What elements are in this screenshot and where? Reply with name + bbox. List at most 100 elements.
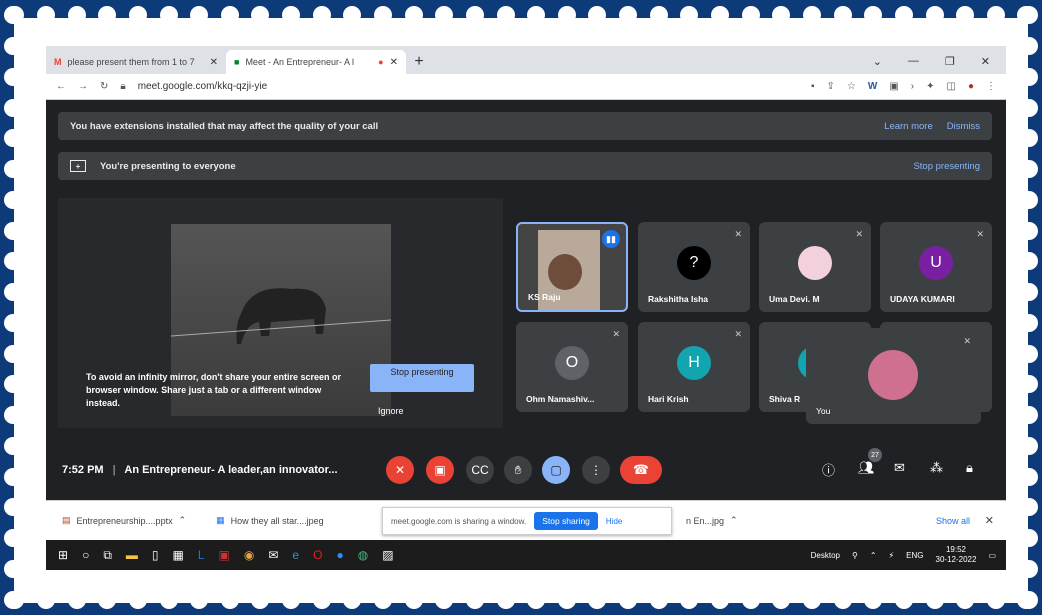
screenshot: M please present them from 1 to 7 ✕ ■ Me… — [46, 46, 1006, 570]
task-view-icon[interactable]: ⧉ — [103, 548, 112, 563]
language-indicator[interactable]: ENG — [906, 551, 923, 560]
url-field[interactable]: meet.google.com/kkq-qzji-yie — [138, 81, 268, 92]
activities-icon[interactable]: ⁂ — [930, 460, 943, 476]
download-item[interactable]: n En...jpg ⌃ — [670, 515, 738, 526]
people-icon[interactable]: 👥︎ — [858, 460, 875, 476]
raise-hand-button[interactable]: ✋︎ — [504, 456, 532, 484]
stamp-border-top — [0, 0, 1042, 24]
mic-off-icon: ✕ — [976, 229, 984, 239]
new-tab-button[interactable]: + — [406, 50, 432, 74]
lock-icon: 🔒︎ — [120, 81, 126, 92]
gmail-icon: M — [54, 57, 62, 67]
opera-icon[interactable]: O — [313, 548, 322, 562]
self-view-tile[interactable]: ✕ You — [806, 328, 981, 424]
dismiss-link[interactable]: Dismiss — [947, 121, 980, 132]
image-icon: ▦ — [216, 515, 225, 525]
presenting-banner: + You're presenting to everyone Stop pre… — [58, 152, 992, 180]
notification-icon[interactable]: ▭ — [988, 551, 996, 560]
close-icon[interactable]: ✕ — [390, 57, 398, 68]
more-options-button[interactable]: ⋮ — [582, 456, 610, 484]
mail-icon[interactable]: ✉︎ — [268, 548, 278, 562]
participant-count-badge: 27 — [868, 448, 882, 462]
participant-tile[interactable]: ✕ O Ohm Namashiv... — [516, 322, 628, 412]
participant-name: Uma Devi. M — [769, 294, 820, 304]
participant-name: Ohm Namashiv... — [526, 394, 595, 404]
participant-tile[interactable]: ▮▮ KS Raju — [516, 222, 628, 312]
people-icon[interactable]: ⚲ — [852, 551, 858, 560]
chevron-up-icon[interactable]: ⌃ — [179, 515, 187, 526]
profile-avatar[interactable]: ● — [968, 81, 974, 92]
close-icon[interactable]: ✕ — [985, 514, 994, 527]
captions-button[interactable]: CC — [466, 456, 494, 484]
ignore-button[interactable]: Ignore — [378, 406, 404, 416]
reload-icon[interactable]: ↻ — [100, 81, 108, 92]
show-all-button[interactable]: Show all — [936, 516, 970, 526]
browser-icon[interactable]: ◍ — [358, 548, 368, 562]
menu-dots-icon[interactable]: ⋮ — [986, 81, 996, 92]
edge-icon[interactable]: e — [292, 548, 299, 562]
search-icon[interactable]: ○ — [82, 548, 89, 562]
mic-off-button[interactable]: ✕ — [386, 456, 414, 484]
windows-start-icon[interactable]: ⊞ — [58, 548, 68, 562]
back-icon[interactable]: ← — [56, 81, 66, 92]
photos-icon[interactable]: ▨ — [382, 548, 393, 562]
participant-tile[interactable]: ✕ U UDAYA KUMARI — [880, 222, 992, 312]
chevron-up-icon[interactable]: ⌃ — [870, 551, 877, 560]
chrome-icon[interactable]: ◉ — [244, 548, 254, 562]
extension-icon[interactable]: ▣ — [889, 81, 898, 92]
avatar: O — [555, 346, 589, 380]
minimize-icon[interactable]: — — [908, 55, 919, 68]
host-controls-icon[interactable]: 🔒︎ — [966, 460, 973, 476]
arrow-extension-icon[interactable]: › — [911, 81, 914, 92]
file-explorer-icon[interactable]: ▬ — [126, 548, 138, 562]
forward-icon[interactable]: → — [78, 81, 88, 92]
download-item[interactable]: ▤ Entrepreneurship....pptx ⌃ — [46, 515, 186, 526]
speaking-icon: ▮▮ — [602, 230, 620, 248]
system-clock[interactable]: 19:52 30-12-2022 — [936, 545, 977, 565]
desktop-label[interactable]: Desktop — [811, 551, 840, 560]
close-icon[interactable]: ✕ — [210, 57, 218, 68]
sidebar-icon[interactable]: ◫ — [947, 81, 956, 92]
tab-meet[interactable]: ■ Meet - An Entrepreneur- A l ● ✕ — [226, 50, 406, 74]
store-icon[interactable]: ▦ — [173, 548, 184, 562]
star-icon[interactable]: ☆ — [847, 81, 856, 92]
learn-more-link[interactable]: Learn more — [884, 121, 933, 132]
stop-sharing-button[interactable]: Stop sharing — [534, 512, 598, 530]
stop-presenting-button[interactable]: Stop presenting — [370, 364, 474, 392]
powerpoint-icon: ▤ — [62, 515, 71, 525]
avatar: ? — [677, 246, 711, 280]
chevron-down-icon[interactable]: ⌄ — [873, 55, 882, 68]
leave-call-button[interactable]: ☎︎ — [620, 456, 662, 484]
network-icon[interactable]: ⚡︎ — [889, 551, 895, 560]
download-item[interactable]: ▦ How they all star....jpeg — [186, 515, 324, 526]
participant-name: Shiva R — [769, 394, 801, 404]
browser-tab-bar: M please present them from 1 to 7 ✕ ■ Me… — [46, 46, 1006, 74]
tab-gmail[interactable]: M please present them from 1 to 7 ✕ — [46, 50, 226, 74]
participant-tile[interactable]: ✕ ? Rakshitha Isha — [638, 222, 750, 312]
info-icon[interactable]: ⓘ — [822, 460, 835, 479]
word-extension-icon[interactable]: W — [868, 81, 877, 92]
presenting-text: You're presenting to everyone — [100, 160, 236, 172]
document-icon[interactable]: ▯ — [152, 548, 159, 562]
close-window-icon[interactable]: ✕ — [981, 55, 990, 68]
meeting-details: 7:52 PM | An Entrepreneur- A leader,an i… — [62, 464, 338, 476]
meeting-title: An Entrepreneur- A leader,an innovator..… — [124, 464, 338, 476]
mic-off-icon: ✕ — [963, 336, 971, 346]
participant-name: Hari Krish — [648, 394, 689, 404]
app-icon[interactable]: ▣ — [219, 548, 230, 562]
chevron-up-icon[interactable]: ⌃ — [730, 515, 738, 526]
share-icon[interactable]: ⇪ — [827, 81, 835, 92]
hide-button[interactable]: Hide — [606, 517, 622, 526]
puzzle-icon[interactable]: ✦ — [926, 81, 934, 92]
stop-presenting-link[interactable]: Stop presenting — [913, 161, 980, 172]
chat-icon[interactable]: ✉︎ — [894, 460, 905, 476]
participant-tile[interactable]: ✕ Uma Devi. M — [759, 222, 871, 312]
app-l-icon[interactable]: L — [198, 548, 205, 562]
zoom-icon[interactable]: ● — [336, 548, 343, 562]
camera-off-button[interactable]: ▣ — [426, 456, 454, 484]
present-now-button[interactable]: ▢ — [542, 456, 570, 484]
camera-icon[interactable]: ▪ — [811, 81, 815, 92]
restore-icon[interactable]: ❐ — [945, 55, 955, 68]
clock-date: 30-12-2022 — [935, 555, 977, 564]
participant-tile[interactable]: ✕ H Hari Krish — [638, 322, 750, 412]
